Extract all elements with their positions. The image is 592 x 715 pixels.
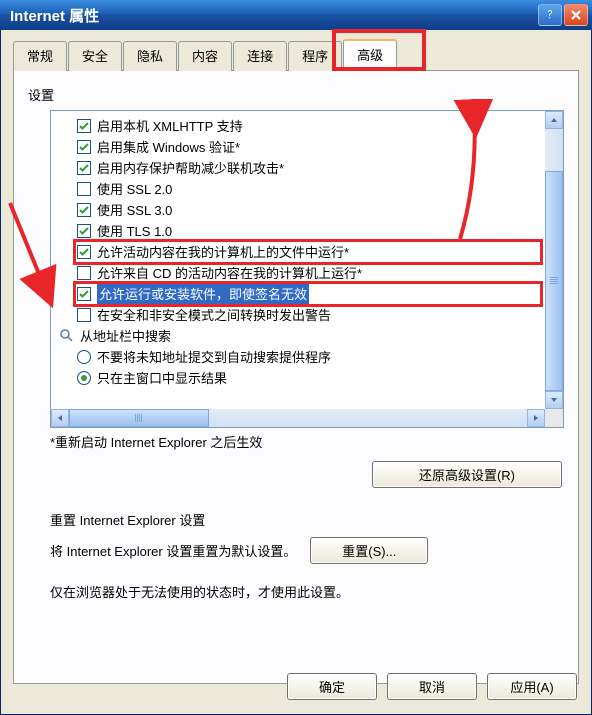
apply-button[interactable]: 应用(A) xyxy=(487,673,577,700)
scroll-down-button[interactable] xyxy=(545,391,563,409)
cancel-button[interactable]: 取消 xyxy=(387,673,477,700)
restore-advanced-button[interactable]: 还原高级设置(R) xyxy=(372,461,562,488)
tab-advanced[interactable]: 高级 xyxy=(343,39,397,69)
list-item[interactable]: 只在主窗口中显示结果 xyxy=(51,367,563,388)
scroll-up-button[interactable] xyxy=(545,111,563,129)
help-icon xyxy=(543,8,557,22)
list-item[interactable]: 启用本机 XMLHTTP 支持 xyxy=(51,115,563,136)
tab-general[interactable]: 常规 xyxy=(13,41,67,71)
reset-section: 重置 Internet Explorer 设置 将 Internet Explo… xyxy=(50,510,564,601)
checkbox-icon[interactable] xyxy=(77,224,91,238)
checkbox-icon[interactable] xyxy=(77,266,91,280)
reset-button[interactable]: 重置(S)... xyxy=(310,537,428,564)
close-icon xyxy=(569,8,583,22)
tab-security[interactable]: 安全 xyxy=(68,41,122,71)
scroll-thumb[interactable] xyxy=(69,409,209,427)
list-item-label: 允许来自 CD 的活动内容在我的计算机上运行* xyxy=(97,263,362,282)
dialog-button-row: 确定 取消 应用(A) xyxy=(287,673,577,700)
tab-programs[interactable]: 程序 xyxy=(288,41,342,71)
close-button[interactable] xyxy=(564,4,588,26)
list-item[interactable]: 使用 SSL 2.0 xyxy=(51,178,563,199)
restore-button-row: 还原高级设置(R) xyxy=(28,461,562,488)
list-item-label: 允许活动内容在我的计算机上的文件中运行* xyxy=(97,242,349,261)
scroll-track[interactable] xyxy=(209,409,527,427)
tab-strip: 常规 安全 隐私 内容 连接 程序 高级 xyxy=(13,40,579,70)
scroll-corner xyxy=(545,409,563,427)
list-item-label: 启用本机 XMLHTTP 支持 xyxy=(97,116,243,135)
checkbox-icon[interactable] xyxy=(77,245,91,259)
scroll-thumb[interactable] xyxy=(545,171,563,391)
radio-icon[interactable] xyxy=(77,350,91,364)
list-item-label: 只在主窗口中显示结果 xyxy=(97,368,227,387)
vertical-scrollbar[interactable] xyxy=(545,111,563,409)
tab-privacy[interactable]: 隐私 xyxy=(123,41,177,71)
list-item[interactable]: 使用 SSL 3.0 xyxy=(51,199,563,220)
reset-note: 仅在浏览器处于无法使用的状态时，才使用此设置。 xyxy=(50,582,520,601)
list-item[interactable]: 在安全和非安全模式之间转换时发出警告 xyxy=(51,304,563,325)
list-item-label: 使用 SSL 2.0 xyxy=(97,179,172,198)
list-item-header: 从地址栏中搜索 xyxy=(51,325,563,346)
restart-footnote: *重新启动 Internet Explorer 之后生效 xyxy=(50,432,564,451)
list-item-label: 使用 TLS 1.0 xyxy=(97,221,172,240)
settings-list-inner: 启用本机 XMLHTTP 支持 启用集成 Windows 验证* 启用内存保护帮… xyxy=(51,111,563,388)
list-item[interactable]: 允许来自 CD 的活动内容在我的计算机上运行* xyxy=(51,262,563,283)
list-item[interactable]: 使用 TLS 1.0 xyxy=(51,220,563,241)
checkbox-icon[interactable] xyxy=(77,140,91,154)
list-item-label: 不要将未知地址提交到自动搜索提供程序 xyxy=(97,347,331,366)
list-item-label: 使用 SSL 3.0 xyxy=(97,200,172,219)
list-item-label: 启用集成 Windows 验证* xyxy=(97,137,240,156)
scroll-left-button[interactable] xyxy=(51,409,69,427)
help-button[interactable] xyxy=(538,4,562,26)
list-item[interactable]: 允许运行或安装软件，即使签名无效 xyxy=(51,283,563,304)
list-item[interactable]: 启用内存保护帮助减少联机攻击* xyxy=(51,157,563,178)
checkbox-icon[interactable] xyxy=(77,182,91,196)
checkbox-icon[interactable] xyxy=(77,203,91,217)
list-item[interactable]: 不要将未知地址提交到自动搜索提供程序 xyxy=(51,346,563,367)
dialog-body: 常规 安全 隐私 内容 连接 程序 高级 设置 启用本机 XMLHTTP 支持 … xyxy=(0,30,592,715)
tab-advanced-wrap: 高级 xyxy=(343,40,397,70)
list-item-label: 允许运行或安装软件，即使签名无效 xyxy=(97,283,309,304)
checkbox-icon[interactable] xyxy=(77,287,91,301)
search-icon xyxy=(59,328,74,343)
tab-connections[interactable]: 连接 xyxy=(233,41,287,71)
radio-icon[interactable] xyxy=(77,371,91,385)
checkbox-icon[interactable] xyxy=(77,308,91,322)
tab-panel: 设置 启用本机 XMLHTTP 支持 启用集成 Windows 验证* 启用内存… xyxy=(13,70,579,684)
list-item-label: 在安全和非安全模式之间转换时发出警告 xyxy=(97,305,331,324)
reset-desc: 将 Internet Explorer 设置重置为默认设置。 xyxy=(50,541,296,560)
checkbox-icon[interactable] xyxy=(77,119,91,133)
ok-button[interactable]: 确定 xyxy=(287,673,377,700)
list-item-label: 从地址栏中搜索 xyxy=(80,326,171,345)
scroll-track[interactable] xyxy=(545,129,563,171)
horizontal-scrollbar[interactable] xyxy=(51,409,545,427)
reset-row: 将 Internet Explorer 设置重置为默认设置。 重置(S)... xyxy=(50,537,564,564)
tab-content[interactable]: 内容 xyxy=(178,41,232,71)
window-title: Internet 属性 xyxy=(10,5,536,26)
settings-label: 设置 xyxy=(28,85,564,104)
reset-title: 重置 Internet Explorer 设置 xyxy=(50,510,564,529)
list-item[interactable]: 允许活动内容在我的计算机上的文件中运行* xyxy=(51,241,563,262)
checkbox-icon[interactable] xyxy=(77,161,91,175)
list-item-label: 启用内存保护帮助减少联机攻击* xyxy=(97,158,284,177)
settings-list[interactable]: 启用本机 XMLHTTP 支持 启用集成 Windows 验证* 启用内存保护帮… xyxy=(50,110,564,428)
scroll-right-button[interactable] xyxy=(527,409,545,427)
title-bar: Internet 属性 xyxy=(0,0,592,30)
list-item[interactable]: 启用集成 Windows 验证* xyxy=(51,136,563,157)
